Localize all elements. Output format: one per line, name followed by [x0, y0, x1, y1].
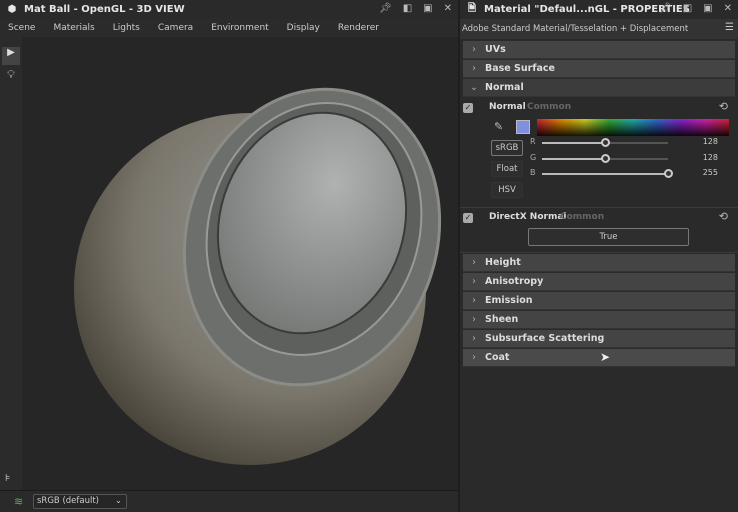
normal-tag: Common — [527, 102, 572, 112]
section-label: Anisotropy — [485, 276, 544, 287]
slider-handle[interactable] — [601, 138, 610, 147]
menu-scene[interactable]: Scene — [8, 23, 35, 33]
normal-label: Normal — [489, 102, 526, 112]
slider-handle[interactable] — [601, 153, 610, 163]
3d-view-menubar: Scene Materials Lights Camera Environmen… — [0, 19, 458, 37]
menu-materials[interactable]: Materials — [53, 23, 94, 33]
menu-camera[interactable]: Camera — [158, 23, 193, 33]
mouse-cursor-icon: ➤ — [600, 350, 611, 364]
chevron-down-icon: ⌄ — [470, 82, 478, 93]
reset-icon[interactable]: ⟲ — [719, 210, 728, 223]
channel-value: 128 — [702, 137, 718, 146]
normal-property: ✓ Normal Common ⟲ ✎ sRGB Float HSV R 128… — [460, 98, 738, 208]
channel-value: 255 — [702, 168, 718, 177]
chevron-right-icon: › — [472, 63, 476, 74]
color-swatch[interactable] — [516, 120, 530, 134]
menu-display[interactable]: Display — [287, 23, 320, 33]
menu-icon[interactable]: ☰ — [725, 22, 734, 33]
chevron-right-icon: › — [472, 257, 476, 268]
section-label: Subsurface Scattering — [485, 333, 605, 344]
section-label: Sheen — [485, 314, 519, 325]
chevron-right-icon: › — [472, 333, 476, 344]
properties-panel: 🗎︎ Material "Defaul...nGL - PROPERTIES 📌… — [460, 0, 738, 512]
menu-lights[interactable]: Lights — [113, 23, 140, 33]
section-label: Height — [485, 257, 521, 268]
directx-value-button[interactable]: True — [528, 228, 689, 246]
reset-icon[interactable]: ⟲ — [719, 100, 728, 113]
section-sheen[interactable]: › Sheen — [463, 311, 735, 329]
directx-normal-property: ✓ DirectX Normal Common ⟲ True — [460, 208, 738, 253]
directx-tag: Common — [560, 212, 605, 222]
material-type: Adobe Standard Material/Tesselation + Di… — [462, 24, 689, 34]
chevron-right-icon: › — [472, 276, 476, 287]
3d-view-titlebar: ⬢ Mat Ball - OpenGL - 3D VIEW 📌︎ ◧ ▣ ✕ — [0, 0, 458, 19]
slider-handle[interactable] — [664, 169, 673, 178]
chevron-right-icon: › — [472, 295, 476, 306]
eyedropper-icon[interactable]: ✎ — [494, 120, 503, 133]
pin-icon[interactable]: 📌︎ — [379, 3, 392, 14]
normal-checkbox[interactable]: ✓ — [463, 103, 473, 113]
restore-icon[interactable]: ◧ — [403, 3, 412, 14]
channel-label: B — [530, 168, 536, 177]
viewport-mat-ball[interactable] — [22, 37, 458, 490]
section-uvs[interactable]: › UVs — [463, 41, 735, 59]
section-label: Normal — [485, 82, 524, 93]
section-label: Emission — [485, 295, 533, 306]
maximize-icon[interactable]: ▣ — [423, 3, 432, 14]
section-emission[interactable]: › Emission — [463, 292, 735, 310]
channel-slider[interactable] — [542, 138, 668, 147]
channel-slider[interactable] — [542, 153, 668, 163]
hierarchy-icon[interactable]: ⊧ — [5, 473, 10, 484]
maximize-icon[interactable]: ▣ — [703, 3, 712, 14]
channel-label: R — [530, 137, 536, 146]
section-normal[interactable]: ⌄ Normal — [463, 79, 735, 97]
menu-environment[interactable]: Environment — [211, 23, 268, 33]
chevron-right-icon: › — [472, 314, 476, 325]
viewport-statusbar: ≋ sRGB (default) ⌄ — [0, 490, 458, 512]
camera-icon[interactable]: ▶ — [2, 47, 20, 65]
close-icon[interactable]: ✕ — [724, 3, 732, 14]
chevron-right-icon: › — [472, 44, 476, 55]
colorspace-dropdown[interactable]: sRGB (default) ⌄ — [33, 494, 127, 509]
restore-icon[interactable]: ◧ — [683, 3, 692, 14]
chevron-down-icon: ⌄ — [114, 496, 122, 506]
3d-view-title: Mat Ball - OpenGL - 3D VIEW — [24, 4, 185, 15]
channel-value: 128 — [702, 152, 718, 162]
properties-titlebar: 🗎︎ Material "Defaul...nGL - PROPERTIES 📌… — [460, 0, 738, 19]
close-icon[interactable]: ✕ — [444, 3, 452, 14]
cube-icon: ⬢ — [7, 4, 17, 15]
colorspace-value: sRGB (default) — [37, 496, 99, 506]
viewport-toolbar: ▶ 💡︎ ⊧ — [0, 37, 22, 490]
pin-icon[interactable]: 📌︎ — [659, 3, 672, 14]
mode-srgb-button[interactable]: sRGB — [491, 140, 523, 156]
mode-float-button[interactable]: Float — [491, 161, 523, 177]
section-subsurface-scattering[interactable]: › Subsurface Scattering — [463, 330, 735, 348]
directx-label: DirectX Normal — [489, 212, 567, 222]
layers-icon[interactable]: ≋ — [14, 495, 23, 508]
light-bulb-icon[interactable]: 💡︎ — [2, 68, 20, 82]
section-coat[interactable]: › Coat — [463, 349, 735, 367]
channel-label: G — [530, 152, 537, 162]
3d-view-panel: ⬢ Mat Ball - OpenGL - 3D VIEW 📌︎ ◧ ▣ ✕ Scen… — [0, 0, 458, 512]
section-label: Coat — [485, 352, 510, 363]
mode-hsv-button[interactable]: HSV — [491, 182, 523, 198]
material-type-bar: Adobe Standard Material/Tesselation + Di… — [460, 19, 738, 39]
document-icon: 🗎︎ — [467, 3, 477, 14]
chevron-right-icon: › — [472, 352, 476, 363]
directx-checkbox[interactable]: ✓ — [463, 213, 473, 223]
channel-slider[interactable] — [542, 169, 673, 178]
section-anisotropy[interactable]: › Anisotropy — [463, 273, 735, 291]
section-label: Base Surface — [485, 63, 555, 74]
section-height[interactable]: › Height — [463, 254, 735, 272]
section-base-surface[interactable]: › Base Surface — [463, 60, 735, 78]
section-label: UVs — [485, 44, 506, 55]
menu-renderer[interactable]: Renderer — [338, 23, 379, 33]
color-picker[interactable] — [537, 119, 729, 136]
